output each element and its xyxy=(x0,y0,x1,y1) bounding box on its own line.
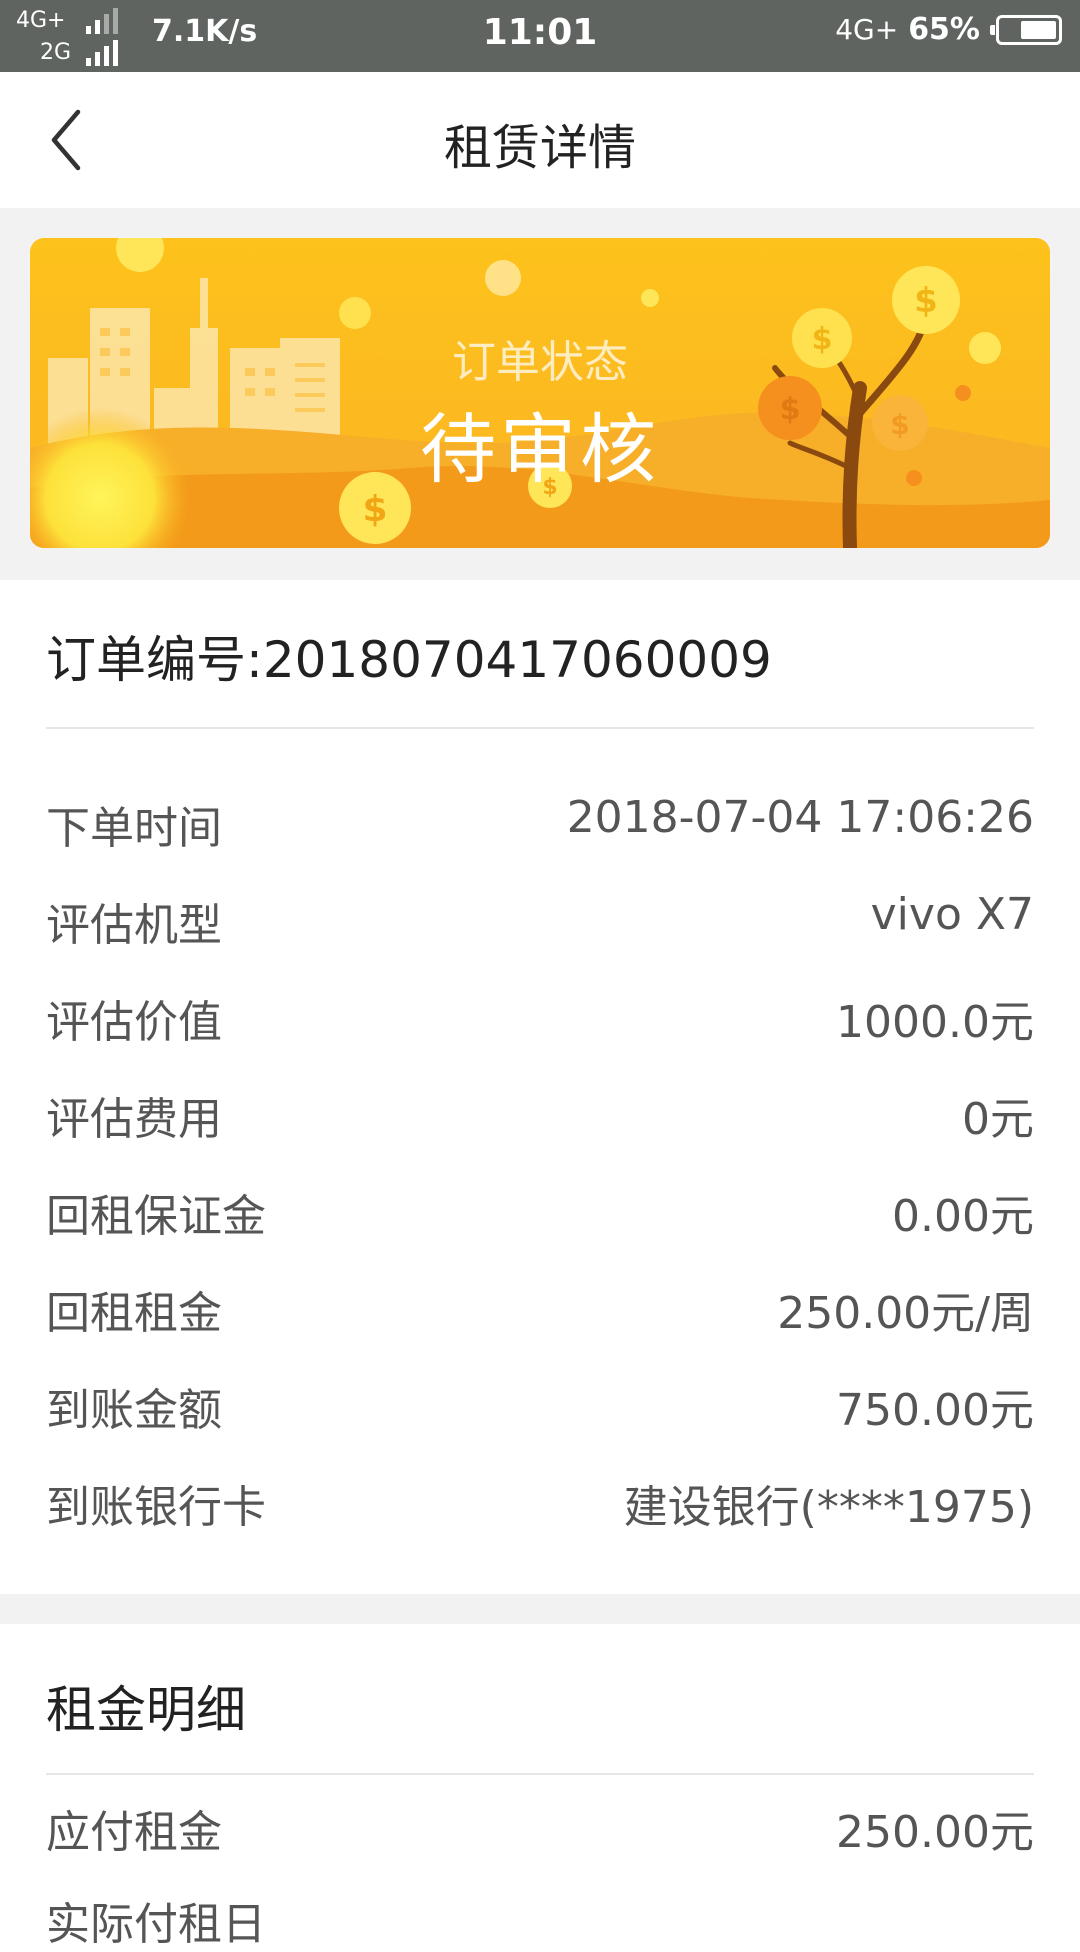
section-separator xyxy=(0,1594,1080,1624)
detail-value: 2018-07-04 17:06:26 xyxy=(566,792,1034,843)
rent-detail-title: 租金明细 xyxy=(46,1681,246,1739)
detail-row-deposit: 回租保证金 0.00元 xyxy=(46,1160,1034,1257)
banner-section: $ $ $ $ $ $ 订单状态 待审核 xyxy=(0,208,1080,580)
detail-label: 到账金额 xyxy=(46,1385,222,1436)
rent-detail-next-label: 实际付租日 xyxy=(46,1899,266,1950)
order-number-value: 2018070417060009 xyxy=(262,631,772,689)
detail-label: 评估价值 xyxy=(46,997,222,1048)
order-status-value: 待审核 xyxy=(420,405,660,494)
network-type-right: 4G+ xyxy=(835,13,899,46)
detail-row-bank-card: 到账银行卡 建设银行(****1975) xyxy=(46,1451,1034,1548)
rent-detail-value: 250.00元 xyxy=(836,1807,1034,1858)
detail-value: 750.00元 xyxy=(836,1385,1034,1436)
rent-detail-row-payable: 应付租金 250.00元 xyxy=(46,1796,1034,1866)
detail-label: 到账银行卡 xyxy=(46,1482,266,1533)
detail-row-rent: 回租租金 250.00元/周 xyxy=(46,1257,1034,1354)
status-bar: 4G+ 2G 7.1K/s 11:01 4G+ 65% xyxy=(0,0,1080,72)
detail-label: 回租保证金 xyxy=(46,1191,266,1242)
detail-value: 0.00元 xyxy=(892,1191,1034,1242)
detail-row-valuation: 评估价值 1000.0元 xyxy=(46,966,1034,1063)
detail-value: 1000.0元 xyxy=(836,997,1034,1048)
battery-level xyxy=(1020,20,1056,39)
detail-value: 250.00元/周 xyxy=(777,1288,1034,1339)
svg-text:$: $ xyxy=(914,281,938,321)
detail-row-valuation-fee: 评估费用 0元 xyxy=(46,1063,1034,1160)
status-right: 4G+ 65% xyxy=(835,12,1062,47)
detail-value: 0元 xyxy=(962,1094,1034,1145)
detail-label: 评估机型 xyxy=(46,900,222,951)
order-status-banner: $ $ $ $ $ $ 订单状态 待审核 xyxy=(30,238,1050,548)
header: 租赁详情 xyxy=(0,72,1080,208)
divider xyxy=(46,1773,1034,1775)
order-status-label: 订单状态 xyxy=(452,337,628,388)
detail-row-order-time: 下单时间 2018-07-04 17:06:26 xyxy=(46,772,1034,869)
detail-label: 回租租金 xyxy=(46,1288,222,1339)
order-number: 订单编号:2018070417060009 xyxy=(46,620,772,692)
page-title: 租赁详情 xyxy=(443,120,636,176)
order-number-separator: : xyxy=(246,631,263,689)
detail-row-model: 评估机型 vivo X7 xyxy=(46,869,1034,966)
order-details: 下单时间 2018-07-04 17:06:26 评估机型 vivo X7 评估… xyxy=(46,772,1034,1548)
rent-detail-label: 应付租金 xyxy=(46,1807,222,1858)
detail-value: 建设银行(****1975) xyxy=(623,1482,1034,1533)
order-number-label: 订单编号 xyxy=(46,631,246,689)
battery-percent: 65% xyxy=(908,12,980,47)
detail-value: vivo X7 xyxy=(870,889,1034,940)
battery-icon xyxy=(990,14,1062,45)
detail-label: 下单时间 xyxy=(46,803,222,854)
detail-row-payout: 到账金额 750.00元 xyxy=(46,1354,1034,1451)
detail-label: 评估费用 xyxy=(46,1094,222,1145)
divider xyxy=(46,727,1034,729)
